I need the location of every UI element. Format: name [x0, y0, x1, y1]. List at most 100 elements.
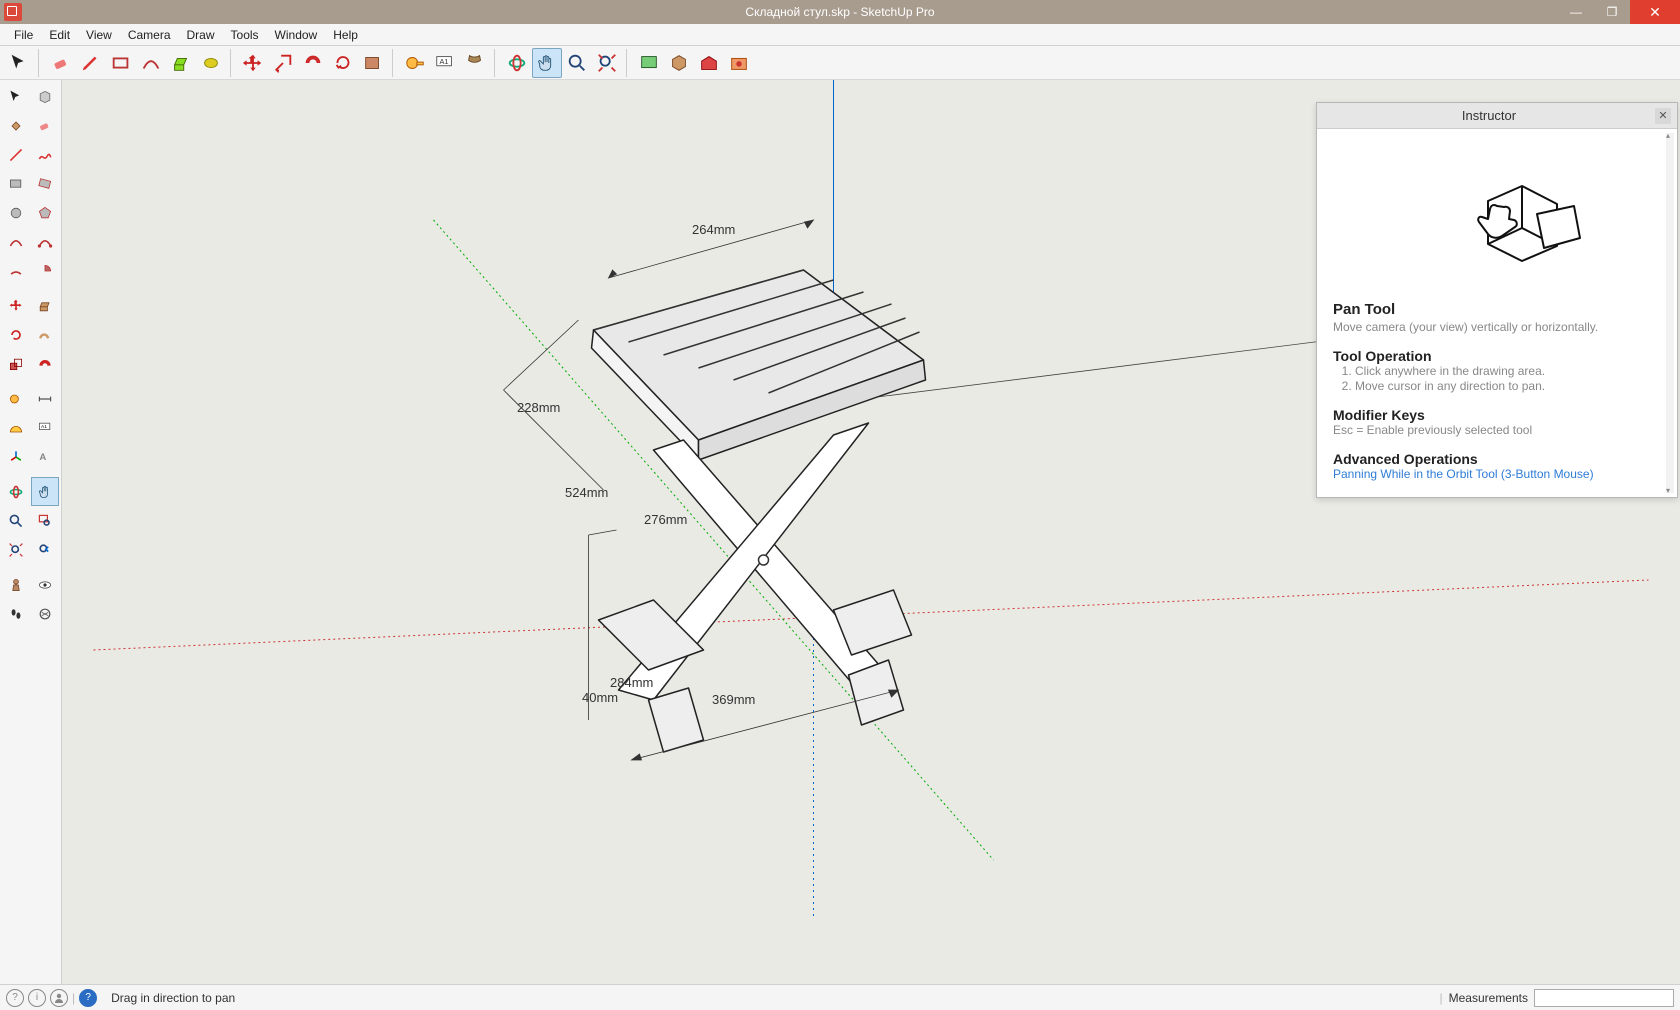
paintbucket-icon[interactable]: [2, 111, 31, 140]
instructor-header[interactable]: Instructor ✕: [1317, 103, 1677, 129]
dimension-label: 40mm: [582, 690, 618, 705]
followme-tool-icon[interactable]: [358, 48, 388, 78]
paint-tool-icon[interactable]: [460, 48, 490, 78]
rotrectangle-icon[interactable]: [31, 169, 60, 198]
dimension-label: 524mm: [565, 485, 608, 500]
arc-icon[interactable]: [2, 227, 31, 256]
addlocation-tool-icon[interactable]: [634, 48, 664, 78]
status-help-icon[interactable]: ?: [6, 989, 24, 1007]
text-icon[interactable]: A1: [31, 413, 60, 442]
measurements-input[interactable]: [1534, 989, 1674, 1007]
instructor-modkeys-heading: Modifier Keys: [1333, 407, 1661, 423]
pie-icon[interactable]: [31, 256, 60, 285]
rectangle-tool-icon[interactable]: [106, 48, 136, 78]
statusbar: ? i | ? Drag in direction to pan | Measu…: [0, 984, 1680, 1010]
pushpull-tool-icon[interactable]: [166, 48, 196, 78]
sectionplane-icon[interactable]: [31, 599, 60, 628]
polygon-icon[interactable]: [31, 198, 60, 227]
eraser-icon[interactable]: [31, 111, 60, 140]
content-area: A1 A: [0, 80, 1680, 984]
pencil-tool-icon[interactable]: [76, 48, 106, 78]
menu-draw[interactable]: Draw: [179, 26, 223, 44]
arc2point-icon[interactable]: [31, 227, 60, 256]
pan-tool-icon[interactable]: [532, 48, 562, 78]
menu-edit[interactable]: Edit: [41, 26, 78, 44]
status-right: | Measurements: [1440, 989, 1675, 1007]
freehand-icon[interactable]: [31, 140, 60, 169]
makecomponent-icon[interactable]: [31, 82, 60, 111]
zoom-tool-icon[interactable]: [562, 48, 592, 78]
rotate-icon[interactable]: [2, 320, 31, 349]
scale-tool-icon[interactable]: [268, 48, 298, 78]
circle-icon[interactable]: [2, 198, 31, 227]
move-icon[interactable]: [2, 291, 31, 320]
svg-text:A1: A1: [41, 424, 47, 430]
3dwarehouse-tool-icon[interactable]: [694, 48, 724, 78]
axes-icon[interactable]: [2, 442, 31, 471]
tape-icon[interactable]: [2, 384, 31, 413]
dimension-label: 369mm: [712, 692, 755, 707]
instructor-advops-link[interactable]: Panning While in the Orbit Tool (3-Butto…: [1333, 467, 1661, 481]
scale-icon[interactable]: [2, 349, 31, 378]
menu-window[interactable]: Window: [267, 26, 326, 44]
paintbucket-tool-icon[interactable]: [196, 48, 226, 78]
instructor-scrollbar[interactable]: [1666, 133, 1674, 493]
pan-icon[interactable]: [31, 477, 60, 506]
instructor-modkeys-text: Esc = Enable previously selected tool: [1333, 423, 1661, 437]
extensions-tool-icon[interactable]: [724, 48, 754, 78]
status-user-icon[interactable]: [50, 989, 68, 1007]
instructor-advops-heading: Advanced Operations: [1333, 451, 1661, 467]
arc3point-icon[interactable]: [2, 256, 31, 285]
dimension-icon[interactable]: [31, 384, 60, 413]
maximize-button[interactable]: ❐: [1594, 0, 1630, 24]
status-separator: |: [72, 991, 75, 1005]
protractor-icon[interactable]: [2, 413, 31, 442]
zoomwindow-icon[interactable]: [31, 506, 60, 535]
zoomextents-tool-icon[interactable]: [592, 48, 622, 78]
3dtext-icon[interactable]: A: [31, 442, 60, 471]
lookaround-icon[interactable]: [31, 570, 60, 599]
positioncamera-icon[interactable]: [2, 570, 31, 599]
menu-view[interactable]: View: [78, 26, 120, 44]
getmodels-tool-icon[interactable]: [664, 48, 694, 78]
viewport[interactable]: 264mm 228mm 524mm 276mm 284mm 40mm 369mm…: [62, 80, 1680, 984]
text-tool-icon[interactable]: A1: [430, 48, 460, 78]
menu-camera[interactable]: Camera: [120, 26, 179, 44]
eraser-tool-icon[interactable]: [46, 48, 76, 78]
status-info-icon[interactable]: i: [28, 989, 46, 1007]
select-tool-icon[interactable]: [4, 48, 34, 78]
status-geolocation-icon[interactable]: ?: [79, 989, 97, 1007]
dimension-label: 276mm: [644, 512, 687, 527]
offset-icon[interactable]: [31, 349, 60, 378]
zoom-icon[interactable]: [2, 506, 31, 535]
menu-tools[interactable]: Tools: [223, 26, 267, 44]
svg-text:A: A: [39, 452, 46, 463]
offset-tool-icon[interactable]: [298, 48, 328, 78]
orbit-tool-icon[interactable]: [502, 48, 532, 78]
window-controls: — ❐ ✕: [1558, 0, 1680, 24]
menu-help[interactable]: Help: [325, 26, 366, 44]
previous-icon[interactable]: [31, 535, 60, 564]
close-button[interactable]: ✕: [1630, 0, 1680, 24]
move-tool-icon[interactable]: [238, 48, 268, 78]
tapemeasure-tool-icon[interactable]: [400, 48, 430, 78]
toolbar-separator: [392, 49, 398, 77]
menu-file[interactable]: File: [6, 26, 41, 44]
zoomextents2-icon[interactable]: [2, 535, 31, 564]
followme-icon[interactable]: [31, 320, 60, 349]
orbit-icon[interactable]: [2, 477, 31, 506]
select-icon[interactable]: [2, 82, 31, 111]
arc-tool-icon[interactable]: [136, 48, 166, 78]
walk-icon[interactable]: [2, 599, 31, 628]
status-separator: |: [1440, 991, 1443, 1005]
window-title: Складной стул.skp - SketchUp Pro: [745, 5, 934, 19]
minimize-button[interactable]: —: [1558, 0, 1594, 24]
line-icon[interactable]: [2, 140, 31, 169]
instructor-tool-desc: Move camera (your view) vertically or ho…: [1333, 320, 1661, 334]
instructor-close-icon[interactable]: ✕: [1655, 108, 1671, 124]
pushpull-icon[interactable]: [31, 291, 60, 320]
status-left: ? i | ? Drag in direction to pan: [6, 989, 235, 1007]
instructor-tool-name: Pan Tool: [1333, 301, 1661, 318]
rectangle-icon[interactable]: [2, 169, 31, 198]
rotate-tool-icon[interactable]: [328, 48, 358, 78]
